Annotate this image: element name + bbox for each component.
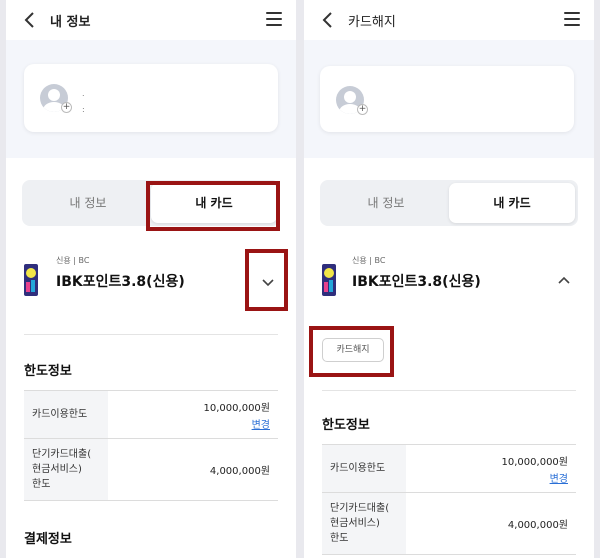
chevron-up-icon[interactable] — [556, 273, 572, 289]
limit-label: 카드이용한도 — [24, 390, 108, 439]
cash-service-value: 4,000,000원 — [108, 438, 278, 501]
highlight-box-cancel — [309, 326, 394, 377]
hamburger-menu-icon[interactable] — [266, 12, 282, 26]
limit-section-title: 한도정보 — [24, 364, 72, 379]
cash-service-label: 단기카드대출(현금서비스) 한도 — [322, 492, 406, 555]
card-type: 신용 | BC — [352, 256, 386, 265]
card-name: IBK포인트3.8(신용) — [56, 274, 185, 290]
change-limit-link[interactable]: 변경 — [108, 416, 270, 431]
profile-card: + — [320, 66, 574, 132]
tab-bar: 내 정보 내 카드 — [320, 180, 578, 226]
profile-name: .: — [82, 89, 85, 114]
back-arrow-icon[interactable] — [20, 10, 40, 30]
limit-value: 10,000,000원 — [203, 402, 270, 414]
card-name: IBK포인트3.8(신용) — [352, 274, 481, 290]
app-header: 카드해지 — [304, 0, 594, 40]
highlight-box-chevron — [245, 249, 288, 311]
hamburger-menu-icon[interactable] — [564, 12, 580, 26]
app-header: 내 정보 — [6, 0, 296, 40]
right-phone-screen: 카드해지 + 내 정보 내 카드 신용 | BC IBK포인트3.8(신용) 카… — [304, 0, 594, 558]
page-title: 카드해지 — [348, 15, 396, 30]
limit-value: 10,000,000원 — [501, 456, 568, 468]
profile-card: + .: — [24, 64, 278, 132]
back-arrow-icon[interactable] — [318, 10, 338, 30]
limit-table: 카드이용한도 10,000,000원변경 단기카드대출(현금서비스) 한도 4,0… — [322, 444, 576, 555]
payment-section-title: 결제정보 — [24, 532, 72, 547]
limit-table: 카드이용한도 10,000,000원변경 단기카드대출(현금서비스) 한도 4,0… — [24, 390, 278, 501]
card-thumbnail-icon — [322, 264, 336, 296]
card-thumbnail-icon — [24, 264, 38, 296]
limit-label: 카드이용한도 — [322, 444, 406, 493]
tab-my-card[interactable]: 내 카드 — [449, 183, 575, 223]
highlight-box-tab — [146, 181, 280, 231]
add-photo-icon[interactable]: + — [357, 104, 368, 115]
table-row: 카드이용한도 10,000,000원변경 — [24, 390, 278, 439]
card-type: 신용 | BC — [56, 256, 90, 265]
change-limit-link[interactable]: 변경 — [406, 470, 568, 485]
page-title: 내 정보 — [50, 15, 91, 30]
table-row: 카드이용한도 10,000,000원변경 — [322, 444, 576, 493]
add-photo-icon[interactable]: + — [61, 102, 72, 113]
tab-my-info[interactable]: 내 정보 — [25, 183, 151, 223]
cash-service-label: 단기카드대출(현금서비스) 한도 — [24, 438, 108, 501]
table-row: 단기카드대출(현금서비스) 한도 4,000,000원 — [24, 438, 278, 501]
divider — [322, 390, 576, 391]
limit-section-title: 한도정보 — [322, 418, 370, 433]
cash-service-value: 4,000,000원 — [406, 492, 576, 555]
divider — [24, 334, 278, 335]
tab-my-info[interactable]: 내 정보 — [323, 183, 449, 223]
table-row: 단기카드대출(현금서비스) 한도 4,000,000원 — [322, 492, 576, 555]
